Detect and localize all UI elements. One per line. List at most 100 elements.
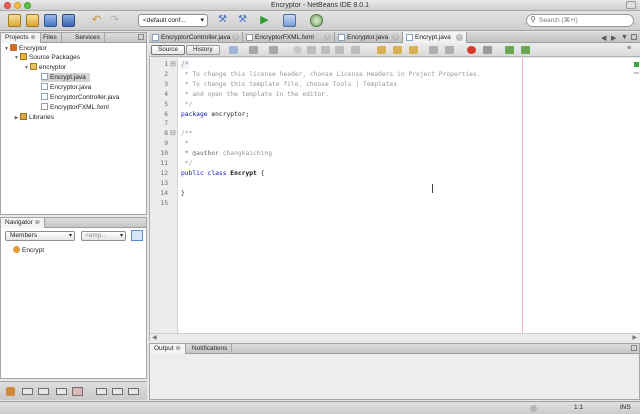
tree-item-libraries[interactable]: ▶ Libraries: [13, 113, 54, 122]
tree-item-encryptor-java[interactable]: Encryptor.java: [41, 83, 91, 92]
expand-triangle-icon[interactable]: ▼: [13, 54, 20, 63]
text-cursor: [432, 184, 433, 193]
tab-navigator[interactable]: Navigator ⊗: [1, 218, 46, 228]
expand-triangle-icon[interactable]: ▼: [3, 45, 10, 54]
java-file-icon: [41, 93, 48, 100]
tab-list-icon[interactable]: ▼: [621, 34, 628, 41]
tab-notifications[interactable]: Notifications: [188, 344, 233, 354]
editor-tab-encryptorcontroller[interactable]: EncryptorController.java ×: [149, 32, 243, 43]
empty-filter-select[interactable]: <emp... ▾: [81, 231, 126, 241]
tree-item-encryptor-project[interactable]: ▼ Encryptor: [3, 44, 47, 53]
maximize-editor-icon[interactable]: [631, 34, 637, 40]
fxml-file-icon: [41, 103, 48, 110]
editor-tab-encryptorfxml[interactable]: EncryptorFXML.fxml ×: [243, 32, 335, 43]
search-input[interactable]: Search (⌘+I): [526, 14, 634, 27]
find-next-icon[interactable]: [321, 46, 330, 54]
tree-item-encryptorfxml-fxml[interactable]: EncryptorFXML.fxml: [41, 103, 109, 112]
code-line: *: [181, 139, 189, 148]
fold-toggle-icon[interactable]: ⊟: [170, 60, 176, 68]
new-project-icon[interactable]: [26, 14, 39, 27]
close-tab-icon[interactable]: ×: [232, 34, 239, 41]
libraries-icon: [20, 113, 27, 120]
editor-tab-encrypt[interactable]: Encrypt.java ×: [403, 32, 467, 43]
tree-item-encryptor-package[interactable]: ▼ encryptor: [23, 63, 66, 72]
minimize-window-button[interactable]: [14, 2, 21, 9]
code-editor[interactable]: 1 ⊟/* 2 * To change this license header, c…: [149, 58, 640, 341]
static-icon[interactable]: [56, 388, 67, 395]
hierarchy-icon[interactable]: [22, 388, 33, 395]
line-number: 15: [160, 199, 168, 207]
scroll-left-icon[interactable]: ◀: [152, 334, 157, 341]
uncomment-icon[interactable]: [521, 46, 530, 54]
members-filter-select[interactable]: Members ▾: [5, 231, 75, 241]
new-file-icon[interactable]: [8, 14, 21, 27]
sort-source-icon[interactable]: [112, 388, 123, 395]
tree-item-encryptorcontroller-java[interactable]: EncryptorController.java: [41, 93, 119, 102]
forward-icon[interactable]: [269, 46, 278, 54]
tab-files[interactable]: Files: [39, 33, 62, 43]
sort-name-icon[interactable]: [96, 388, 107, 395]
debug-icon[interactable]: [283, 14, 296, 27]
code-token: {: [256, 169, 265, 177]
fields-icon[interactable]: [38, 388, 49, 395]
close-tab-icon[interactable]: ×: [456, 34, 463, 41]
close-tab-icon[interactable]: ×: [392, 34, 399, 41]
open-project-icon[interactable]: [44, 14, 57, 27]
line-number: 6: [164, 110, 168, 118]
profile-icon[interactable]: [310, 14, 323, 27]
back-icon[interactable]: [249, 46, 258, 54]
comment-icon[interactable]: [505, 46, 514, 54]
next-bookmark-icon[interactable]: [393, 46, 402, 54]
fullscreen-icon[interactable]: [626, 1, 636, 9]
previous-bookmark-icon[interactable]: [377, 46, 386, 54]
tab-projects[interactable]: Projects ⊗: [1, 33, 41, 43]
tab-output[interactable]: Output ⊗: [150, 344, 186, 354]
error-stripe-mark: [634, 72, 639, 74]
stop-macro-icon[interactable]: [483, 46, 492, 54]
editor-split-icon[interactable]: ≡: [627, 45, 631, 52]
configuration-select[interactable]: <default conf...: [138, 14, 208, 27]
toggle-rect-select-icon[interactable]: [351, 46, 360, 54]
caret-position: 1:1: [574, 404, 584, 411]
find-selection-icon[interactable]: [293, 46, 302, 54]
build-icon[interactable]: ⚒: [216, 14, 229, 27]
members-icon[interactable]: [6, 387, 15, 396]
collapse-triangle-icon[interactable]: ▶: [13, 114, 20, 123]
navigator-view-toggle[interactable]: [131, 230, 143, 241]
save-all-icon[interactable]: [62, 14, 75, 27]
project-icon: [10, 44, 17, 51]
navigator-item-encrypt[interactable]: Encrypt: [13, 246, 44, 255]
maximize-panel-icon[interactable]: [138, 34, 144, 40]
history-view-button[interactable]: History: [186, 45, 220, 55]
start-macro-icon[interactable]: [467, 46, 476, 54]
inherited-icon[interactable]: [72, 387, 83, 396]
tree-item-source-packages[interactable]: ▼ Source Packages: [13, 53, 80, 62]
close-tab-icon[interactable]: ×: [324, 34, 331, 41]
find-previous-icon[interactable]: [307, 46, 316, 54]
zoom-window-button[interactable]: [24, 2, 31, 9]
clean-build-icon[interactable]: ⚒: [236, 14, 249, 27]
maximize-output-icon[interactable]: [631, 345, 637, 351]
scroll-right-icon[interactable]: ▶: [632, 334, 637, 341]
close-window-button[interactable]: [4, 2, 11, 9]
run-icon[interactable]: ▶: [258, 14, 271, 27]
source-view-button[interactable]: Source: [151, 45, 185, 55]
scroll-tabs-right-icon[interactable]: ▶: [611, 34, 616, 42]
scroll-tabs-left-icon[interactable]: ◀: [601, 34, 606, 42]
fold-toggle-icon[interactable]: ⊟: [170, 129, 176, 137]
editor-tab-encryptor[interactable]: Encryptor.java ×: [335, 32, 403, 43]
notification-icon[interactable]: [530, 405, 537, 412]
expand-triangle-icon[interactable]: ▼: [23, 64, 30, 73]
tab-services[interactable]: Services: [71, 33, 105, 43]
horizontal-scrollbar[interactable]: ◀ ▶: [150, 333, 640, 341]
shift-right-icon[interactable]: [445, 46, 454, 54]
redo-icon[interactable]: ↷: [108, 14, 121, 27]
code-line: * and open the template in the editor.: [181, 90, 329, 99]
javadoc-icon[interactable]: [128, 388, 139, 395]
toggle-highlight-icon[interactable]: [335, 46, 344, 54]
tree-item-encrypt-java[interactable]: Encrypt.java: [41, 73, 90, 82]
last-edit-icon[interactable]: [229, 46, 238, 54]
undo-icon[interactable]: ↶: [90, 14, 103, 27]
toggle-bookmark-icon[interactable]: [409, 46, 418, 54]
shift-left-icon[interactable]: [429, 46, 438, 54]
